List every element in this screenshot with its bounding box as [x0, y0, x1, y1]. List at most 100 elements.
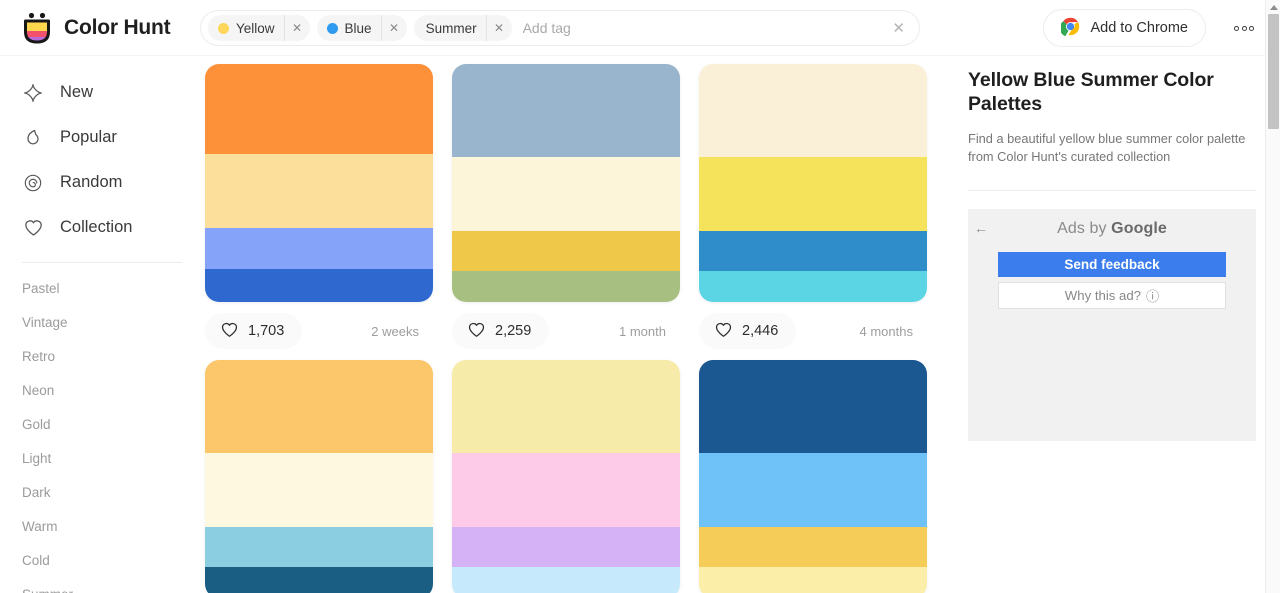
sidebar-tag-dark[interactable]: Dark: [22, 475, 200, 509]
palette-color-band[interactable]: [452, 230, 680, 272]
palette-color-band[interactable]: [699, 156, 927, 231]
palette-grid: 1,703 2 weeks 2,259 1 month 2,446 4 months: [204, 64, 960, 593]
tag-chip-label: Yellow: [236, 20, 275, 36]
back-arrow-icon[interactable]: ←: [974, 220, 988, 236]
sidebar-item-collection[interactable]: Collection: [22, 205, 200, 250]
palette-swatches[interactable]: [699, 64, 927, 302]
palette-color-band[interactable]: [452, 360, 680, 453]
palette-color-band[interactable]: [205, 567, 433, 593]
palette-color-band[interactable]: [699, 64, 927, 157]
palette-color-band[interactable]: [452, 526, 680, 568]
tag-chip-yellow[interactable]: Yellow ✕: [208, 15, 310, 41]
palette-meta: 1,703 2 weeks: [205, 302, 433, 360]
colorhunt-app: Color Hunt Yellow ✕ Blue ✕ Summer ✕ ✕: [0, 0, 1280, 593]
brand[interactable]: Color Hunt: [22, 12, 200, 44]
send-feedback-button[interactable]: Send feedback: [998, 252, 1226, 277]
like-button[interactable]: 2,259: [452, 313, 550, 349]
sidebar-tag-warm[interactable]: Warm: [22, 509, 200, 543]
body: New Popular Random Collection Pastel Vin…: [0, 56, 1280, 593]
palette-card[interactable]: [205, 360, 433, 593]
remove-tag-icon[interactable]: ✕: [380, 15, 407, 41]
palette-color-band[interactable]: [452, 271, 680, 302]
tag-chip-label: Summer: [425, 20, 477, 36]
add-tag-input[interactable]: [518, 20, 878, 36]
palette-card[interactable]: 1,703 2 weeks: [205, 64, 433, 360]
add-to-chrome-label: Add to Chrome: [1090, 20, 1188, 36]
page-scrollbar[interactable]: [1265, 0, 1280, 593]
why-this-ad-button[interactable]: Why this ad? ⓘ: [998, 282, 1226, 309]
header-divider: [0, 55, 1280, 56]
palette-meta: 2,259 1 month: [452, 302, 680, 360]
sidebar-tag-cold[interactable]: Cold: [22, 543, 200, 577]
palette-color-band[interactable]: [205, 360, 433, 453]
like-count: 1,703: [248, 323, 285, 339]
palette-color-band[interactable]: [205, 526, 433, 568]
palette-color-band[interactable]: [452, 156, 680, 231]
palette-swatches[interactable]: [205, 64, 433, 302]
like-button[interactable]: 1,703: [205, 313, 303, 349]
like-count: 2,446: [742, 323, 779, 339]
palette-swatches[interactable]: [452, 360, 680, 593]
palette-color-band[interactable]: [205, 268, 433, 302]
palette-color-band[interactable]: [699, 452, 927, 527]
tag-search-bar[interactable]: Yellow ✕ Blue ✕ Summer ✕ ✕: [200, 10, 920, 46]
palette-color-band[interactable]: [205, 154, 433, 229]
scroll-thumb[interactable]: [1268, 14, 1279, 129]
sidebar-tag-label: Light: [22, 450, 52, 466]
tag-color-dot: [326, 22, 338, 34]
heart-icon: [714, 320, 733, 343]
remove-tag-icon[interactable]: ✕: [485, 15, 512, 41]
palette-color-band[interactable]: [699, 360, 927, 453]
three-dots-icon[interactable]: [1224, 18, 1264, 39]
heart-icon: [220, 320, 239, 343]
tag-chip-blue[interactable]: Blue ✕: [316, 15, 407, 41]
palette-card[interactable]: [452, 360, 680, 593]
scroll-up-arrow-icon[interactable]: [1266, 0, 1280, 14]
brand-name: Color Hunt: [64, 16, 171, 39]
sidebar-tag-gold[interactable]: Gold: [22, 407, 200, 441]
palette-color-band[interactable]: [452, 567, 680, 593]
palette-card[interactable]: [699, 360, 927, 593]
sidebar-item-random[interactable]: Random: [22, 160, 200, 205]
palette-meta: 2,446 4 months: [699, 302, 927, 360]
page-title: Yellow Blue Summer Color Palettes: [968, 69, 1214, 115]
palette-color-band[interactable]: [452, 64, 680, 157]
info-icon: ⓘ: [1146, 289, 1160, 304]
tag-chip-summer[interactable]: Summer ✕: [413, 15, 512, 41]
sidebar-tag-neon[interactable]: Neon: [22, 373, 200, 407]
clear-tags-icon[interactable]: ✕: [884, 19, 913, 37]
palette-color-band[interactable]: [452, 452, 680, 527]
palette-color-band[interactable]: [699, 230, 927, 272]
palette-color-band[interactable]: [205, 452, 433, 527]
sidebar-tag-summer[interactable]: Summer: [22, 577, 200, 593]
palette-swatches[interactable]: [699, 360, 927, 593]
palette-color-band[interactable]: [205, 228, 433, 269]
palette-swatches[interactable]: [205, 360, 433, 593]
palette-age: 4 months: [859, 323, 913, 339]
colorhunt-bucket-logo-icon: [22, 12, 52, 44]
palette-card[interactable]: 2,259 1 month: [452, 64, 680, 360]
sidebar-tag-label: Neon: [22, 382, 55, 398]
sidebar-tag-retro[interactable]: Retro: [22, 339, 200, 373]
sidebar-tag-light[interactable]: Light: [22, 441, 200, 475]
like-count: 2,259: [495, 323, 532, 339]
sidebar-tag-label: Cold: [22, 552, 50, 568]
palette-color-band[interactable]: [699, 567, 927, 593]
like-button[interactable]: 2,446: [699, 313, 797, 349]
palette-color-band[interactable]: [699, 271, 927, 302]
remove-tag-icon[interactable]: ✕: [283, 15, 310, 41]
google-ad-panel[interactable]: ← Ads by Google Send feedback Why this a…: [968, 209, 1256, 441]
sidebar-item-popular[interactable]: Popular: [22, 115, 200, 160]
sidebar-tag-label: Summer: [22, 587, 73, 593]
header-actions: Add to Chrome: [1021, 9, 1264, 47]
sidebar-tag-pastel[interactable]: Pastel: [22, 271, 200, 305]
palette-card[interactable]: 2,446 4 months: [699, 64, 927, 360]
page-description: Find a beautiful yellow blue summer colo…: [968, 131, 1246, 164]
palette-color-band[interactable]: [699, 526, 927, 568]
palette-swatches[interactable]: [452, 64, 680, 302]
sidebar-tag-vintage[interactable]: Vintage: [22, 305, 200, 339]
add-to-chrome-button[interactable]: Add to Chrome: [1043, 9, 1206, 47]
palette-color-band[interactable]: [205, 64, 433, 155]
sidebar-item-label: Popular: [60, 128, 117, 146]
sidebar-item-new[interactable]: New: [22, 70, 200, 115]
